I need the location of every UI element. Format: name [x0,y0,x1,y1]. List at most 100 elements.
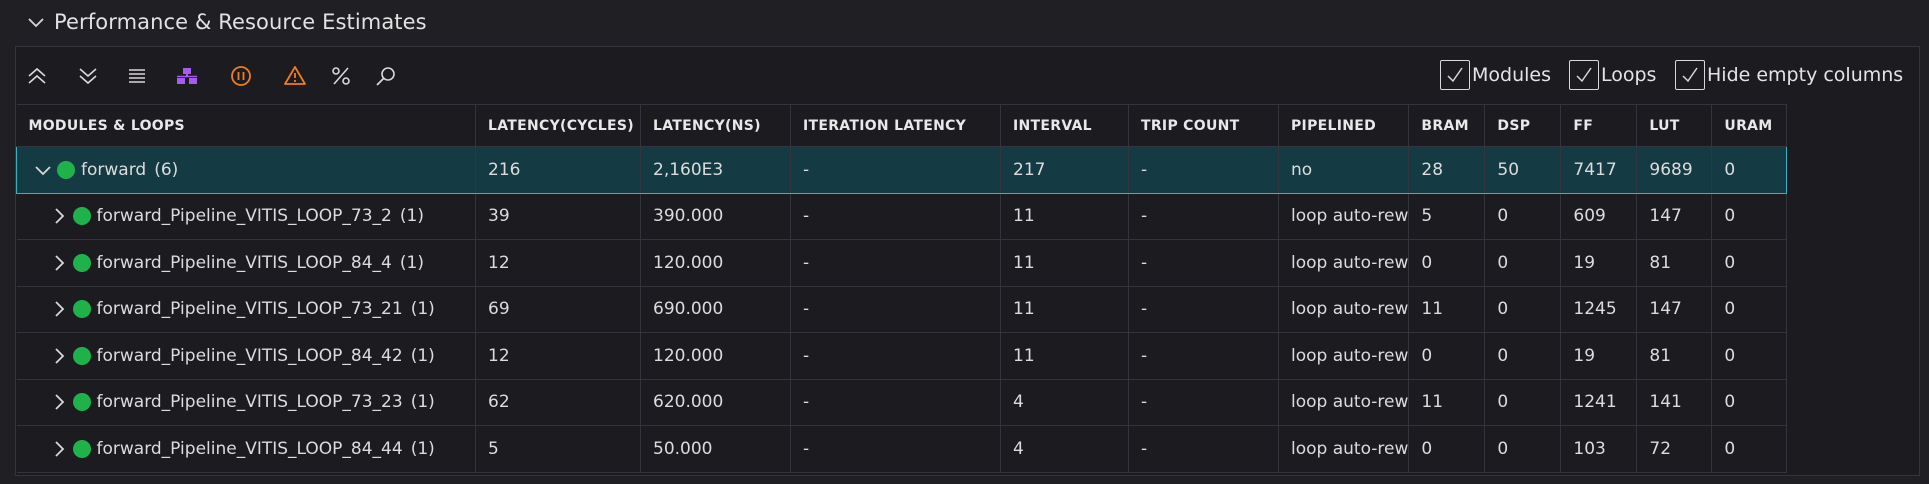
table-row[interactable]: forward_Pipeline_VITIS_LOOP_84_44 (1) 5 50.… [16,425,1788,473]
cell-name[interactable]: forward_Pipeline_VITIS_LOOP_73_23 (1) [16,379,476,426]
chevron-right-icon[interactable] [49,299,69,319]
col-header-bram[interactable]: BRAM [1408,104,1486,147]
cell-dsp: 0 [1484,193,1562,240]
status-ok-icon [72,393,91,412]
table-header-row: MODULES & LOOPS LATENCY(CYCLES) LATENCY(… [16,104,1788,147]
cell-bram: 0 [1408,425,1486,473]
cell-name[interactable]: forward_Pipeline_VITIS_LOOP_84_4 (1) [16,239,476,287]
cell-name[interactable]: forward_Pipeline_VITIS_LOOP_84_42 (1) [16,332,476,380]
estimates-panel: Modules Loops Hide empty columns MODULES… [15,46,1920,476]
cell-interval: 4 [1000,379,1129,426]
module-count: (1) [410,438,435,459]
cell-latency-ns: 50.000 [640,425,791,473]
search-icon [376,67,395,86]
search-button[interactable] [371,61,401,91]
cell-ff: 1241 [1560,379,1638,426]
cell-name[interactable]: forward_Pipeline_VITIS_LOOP_84_44 (1) [16,425,476,473]
chevron-right-icon[interactable] [49,253,69,273]
col-header-latency-cycles[interactable]: LATENCY(CYCLES) [475,104,641,147]
cell-bram: 0 [1408,239,1486,287]
col-header-name[interactable]: MODULES & LOOPS [16,104,476,147]
cell-interval: 217 [1000,146,1129,194]
modules-checkbox[interactable]: Modules [1440,59,1551,91]
cell-dsp: 50 [1484,146,1562,194]
module-count: (1) [410,345,435,366]
cell-bram: 11 [1408,379,1486,426]
col-header-trip-count[interactable]: TRIP COUNT [1128,104,1279,147]
cell-lut: 141 [1636,379,1713,426]
cell-interval: 11 [1000,239,1129,287]
table-row[interactable]: forward_Pipeline_VITIS_LOOP_73_23 (1) 62 62… [16,379,1788,426]
cell-interval: 11 [1000,332,1129,380]
cell-trip-count: - [1128,332,1279,380]
cell-name[interactable]: forward (6) [16,146,476,194]
chevron-right-icon[interactable] [49,346,69,366]
list-view-button[interactable] [122,61,152,91]
module-name: forward_Pipeline_VITIS_LOOP_73_2 [96,206,392,227]
checkbox-checked-icon [1675,60,1705,90]
col-header-ff[interactable]: FF [1560,104,1638,147]
table-row[interactable]: forward_Pipeline_VITIS_LOOP_73_21 (1) 69 69… [16,286,1788,333]
cell-iteration-latency: - [790,332,1001,380]
hide-empty-columns-label: Hide empty columns [1707,64,1904,86]
table-row[interactable]: forward_Pipeline_VITIS_LOOP_84_4 (1) 12 120… [16,239,1788,287]
loops-checkbox[interactable]: Loops [1569,59,1656,91]
toolbar: Modules Loops Hide empty columns [16,47,1919,103]
cell-uram: 0 [1711,332,1788,380]
module-name: forward_Pipeline_VITIS_LOOP_73_21 [96,299,403,320]
cell-pipelined: loop auto-rew [1278,379,1410,426]
cell-ff: 103 [1560,425,1638,473]
cell-iteration-latency: - [790,286,1001,333]
cell-pipelined: loop auto-rew [1278,425,1410,473]
module-name: forward_Pipeline_VITIS_LOOP_84_44 [96,438,403,459]
module-count: (1) [410,392,435,413]
col-header-dsp[interactable]: DSP [1484,104,1562,147]
collapse-all-icon [28,67,46,84]
cell-uram: 0 [1711,286,1788,333]
col-header-interval[interactable]: INTERVAL [1000,104,1129,147]
loops-label: Loops [1601,64,1657,86]
chevron-right-icon[interactable] [49,439,69,459]
expand-all-button[interactable] [73,61,103,91]
status-ok-icon [72,439,91,458]
chevron-right-icon[interactable] [49,206,69,226]
percent-icon [332,67,350,85]
percent-button[interactable] [326,61,356,91]
module-name: forward_Pipeline_VITIS_LOOP_84_42 [96,345,403,366]
warning-filter-button[interactable] [280,61,310,91]
cell-latency-ns: 120.000 [640,239,791,287]
hierarchy-icon [177,68,197,84]
cell-ff: 1245 [1560,286,1638,333]
hide-empty-columns-checkbox[interactable]: Hide empty columns [1675,59,1903,91]
col-header-iteration-latency[interactable]: ITERATION LATENCY [790,104,1001,147]
table-row[interactable]: forward_Pipeline_VITIS_LOOP_73_2 (1) 39 390… [16,193,1788,240]
cell-dsp: 0 [1484,239,1562,287]
checkbox-checked-icon [1440,60,1470,90]
hierarchy-view-button[interactable] [172,61,202,91]
chevron-down-icon[interactable] [33,160,53,180]
chevron-down-icon[interactable] [26,12,46,32]
table-row[interactable]: forward_Pipeline_VITIS_LOOP_84_42 (1) 12 12… [16,332,1788,380]
cell-bram: 11 [1408,286,1486,333]
status-ok-icon [72,253,91,272]
cell-uram: 0 [1711,146,1788,194]
chevron-right-icon[interactable] [49,392,69,412]
cell-trip-count: - [1128,239,1279,287]
cell-iteration-latency: - [790,425,1001,473]
cell-latency-ns: 620.000 [640,379,791,426]
module-name: forward_Pipeline_VITIS_LOOP_84_4 [96,252,392,273]
collapse-all-button[interactable] [22,61,52,91]
table-row[interactable]: forward (6) 216 2,160E3-217- no 28 50 7417 9689 0 [16,146,1788,194]
col-header-latency-ns[interactable]: LATENCY(NS) [640,104,791,147]
info-filter-button[interactable] [226,61,256,91]
col-header-lut[interactable]: LUT [1636,104,1713,147]
col-header-uram[interactable]: URAM [1711,104,1788,147]
section-header[interactable]: Performance & Resource Estimates [0,0,1929,44]
cell-name[interactable]: forward_Pipeline_VITIS_LOOP_73_2 (1) [16,193,476,240]
warning-icon [284,66,306,85]
cell-ff: 7417 [1560,146,1638,194]
cell-name[interactable]: forward_Pipeline_VITIS_LOOP_73_21 (1) [16,286,476,333]
info-filter-icon [231,66,251,86]
cell-trip-count: - [1128,425,1279,473]
col-header-pipelined[interactable]: PIPELINED [1278,104,1410,147]
